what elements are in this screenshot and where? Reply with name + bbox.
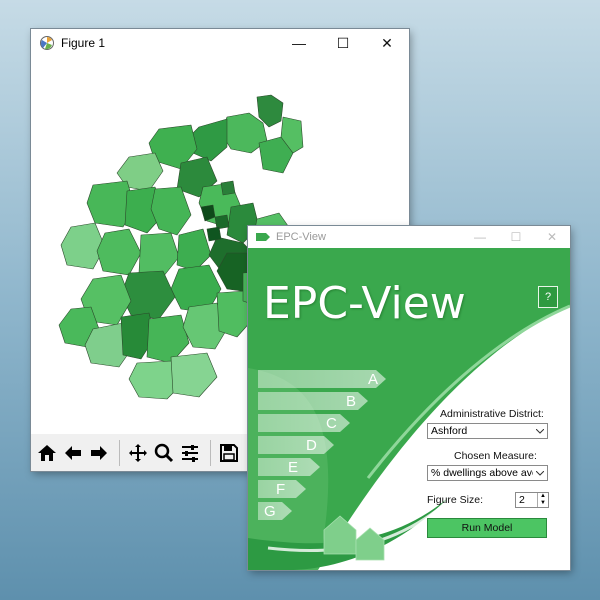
spin-arrows[interactable]: ▲ ▼ (537, 493, 548, 507)
home-icon[interactable] (35, 440, 59, 466)
toolbar-separator (210, 439, 211, 466)
measure-value: % dwellings above avera (431, 467, 533, 479)
toolbar-separator (119, 439, 120, 466)
measure-select[interactable]: % dwellings above avera (427, 465, 548, 481)
rating-band-d (258, 436, 334, 454)
figure-size-spinbox[interactable]: 2 ▲ ▼ (515, 492, 549, 508)
back-arrow-icon[interactable] (61, 440, 85, 466)
pan-icon[interactable] (126, 440, 150, 466)
district (150, 186, 192, 236)
epc-window-title: EPC-View (276, 231, 326, 243)
rating-letter: E (288, 459, 299, 476)
rating-band-a (258, 370, 386, 388)
run-model-button[interactable]: Run Model (427, 518, 547, 538)
maximize-button[interactable]: ☐ (321, 29, 365, 57)
rating-letter: D (306, 437, 317, 454)
district (120, 270, 176, 320)
district (176, 228, 212, 272)
district-value: Ashford (431, 425, 468, 437)
epc-client-area: A B C D E F G EPC-View ? Administrative … (248, 248, 570, 570)
spin-up-icon[interactable]: ▲ (538, 493, 548, 500)
chevron-down-icon (533, 466, 547, 480)
epc-titlebar[interactable]: EPC-View — ☐ ✕ (248, 226, 570, 248)
epc-app-icon (256, 233, 270, 241)
rating-letter: B (346, 393, 357, 410)
rating-letter: A (368, 371, 379, 388)
help-button[interactable]: ? (538, 286, 558, 308)
close-button[interactable]: ✕ (365, 29, 409, 57)
district (170, 352, 218, 398)
figure-titlebar[interactable]: Figure 1 — ☐ ✕ (31, 29, 409, 57)
maximize-button[interactable]: ☐ (498, 226, 534, 248)
save-icon[interactable] (217, 440, 241, 466)
figure-size-value: 2 (519, 494, 525, 506)
chevron-down-icon (533, 424, 547, 438)
forward-arrow-icon[interactable] (87, 440, 111, 466)
rating-letter: G (264, 503, 276, 520)
district (138, 232, 180, 278)
close-button[interactable]: ✕ (534, 226, 570, 248)
district (60, 222, 106, 270)
district (214, 214, 230, 230)
minimize-button[interactable]: — (462, 226, 498, 248)
measure-label: Chosen Measure: (454, 450, 537, 462)
district (220, 180, 236, 196)
spin-down-icon[interactable]: ▼ (538, 500, 548, 507)
district-label: Administrative District: (440, 408, 544, 420)
figure-size-label: Figure Size: (427, 494, 484, 506)
configure-subplots-icon[interactable] (178, 440, 202, 466)
zoom-icon[interactable] (152, 440, 176, 466)
district-select[interactable]: Ashford (427, 423, 548, 439)
district (206, 226, 222, 242)
rating-letter: F (276, 481, 286, 498)
figure-window-title: Figure 1 (61, 36, 106, 50)
rating-letter: C (326, 415, 337, 432)
minimize-button[interactable]: — (277, 29, 321, 57)
epc-view-window: EPC-View — ☐ ✕ A B C D E F G EPC-View ? … (248, 226, 570, 570)
matplotlib-icon (40, 36, 54, 50)
banner-title: EPC-View (263, 278, 466, 329)
district (96, 228, 142, 276)
